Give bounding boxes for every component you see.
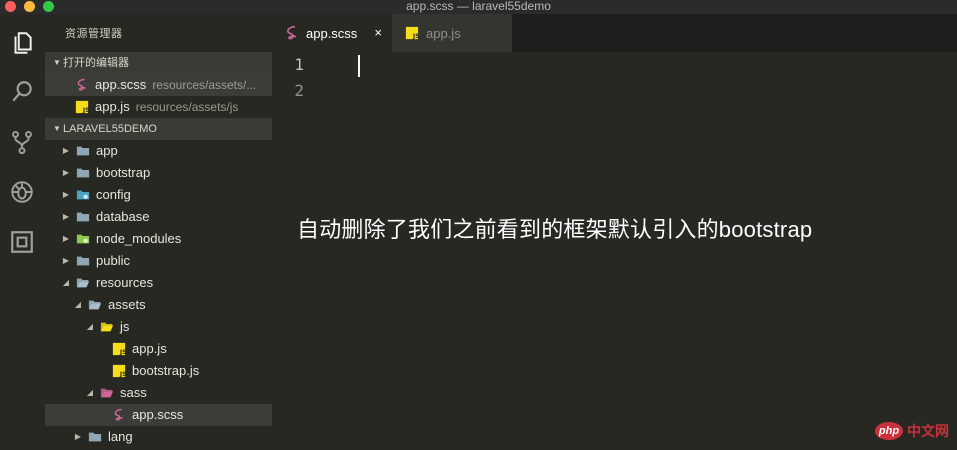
chevron-down-icon: ▼: [53, 124, 61, 133]
svg-text:JS: JS: [412, 33, 419, 40]
folder-icon: [88, 430, 102, 444]
svg-text:JS: JS: [119, 349, 126, 356]
tab-label: app.scss: [306, 25, 358, 41]
tree-item-label: config: [96, 187, 131, 202]
tree-item-bootstrap-js[interactable]: JS bootstrap.js: [45, 360, 272, 382]
tab-app-js[interactable]: JS app.js: [392, 14, 512, 52]
open-editor-name: app.scss: [95, 77, 147, 92]
title-bar: app.scss — laravel55demo: [0, 0, 957, 14]
tab-label: app.js: [426, 25, 461, 41]
folder-open-icon: [76, 276, 90, 290]
svg-text:JS: JS: [119, 371, 126, 378]
chevron-down-icon: ◢: [62, 278, 70, 287]
activity-bar: [0, 14, 45, 450]
code-editor[interactable]: 1 2: [272, 52, 957, 450]
tree-item-label: app.js: [132, 341, 167, 356]
tree-item-js[interactable]: ◢ js: [45, 316, 272, 338]
chevron-right-icon: ▶: [62, 234, 70, 243]
js-folder-open-icon: [100, 320, 114, 334]
sass-icon: [112, 408, 126, 422]
tree-item-assets[interactable]: ◢ assets: [45, 294, 272, 316]
explorer-sidebar: 资源管理器 ▼ 打开的编辑器 app.scss resources/assets…: [45, 14, 272, 450]
js-icon: JS: [112, 342, 126, 356]
watermark-logo: php 中文网: [875, 421, 949, 441]
open-editor-item-app-js[interactable]: JS app.js resources/assets/js: [45, 96, 272, 118]
folder-icon: [76, 254, 90, 268]
config-folder-icon: [76, 188, 90, 202]
chevron-right-icon: ▶: [74, 432, 82, 441]
project-header[interactable]: ▼ LARAVEL55DEMO: [45, 118, 272, 140]
tree-item-label: assets: [108, 297, 146, 312]
js-icon: JS: [112, 364, 126, 378]
tree-item-label: resources: [96, 275, 154, 290]
debug-icon[interactable]: [7, 177, 37, 207]
sass-icon: [284, 25, 300, 41]
tree-item-resources[interactable]: ◢ resources: [45, 272, 272, 294]
chevron-down-icon: ▼: [53, 58, 61, 67]
tree-item-label: database: [96, 209, 150, 224]
tree-item-label: sass: [120, 385, 147, 400]
tree-item-label: lang: [108, 429, 133, 444]
watermark-text: 中文网: [907, 423, 949, 439]
js-icon: JS: [75, 100, 89, 114]
tree-item-public[interactable]: ▶ public: [45, 250, 272, 272]
sidebar-title: 资源管理器: [65, 28, 123, 40]
line-number-gutter: 1 2: [272, 52, 334, 104]
open-editor-name: app.js: [95, 99, 130, 114]
watermark-badge: php: [875, 422, 903, 440]
editor-tabs: app.scss × JS app.js: [272, 14, 957, 52]
folder-icon: [76, 166, 90, 180]
tree-item-label: bootstrap: [96, 165, 151, 180]
tree-item-label: app: [96, 143, 118, 158]
tree-item-label: public: [96, 253, 130, 268]
tree-item-sass[interactable]: ◢ sass: [45, 382, 272, 404]
chevron-right-icon: ▶: [62, 190, 70, 199]
chevron-right-icon: ▶: [62, 212, 70, 221]
open-editor-path: resources/assets/js: [135, 100, 239, 114]
chevron-right-icon: ▶: [62, 168, 70, 177]
extensions-icon[interactable]: [7, 227, 37, 257]
open-editors-header[interactable]: ▼ 打开的编辑器: [45, 52, 272, 74]
annotation-text: 自动删除了我们之前看到的框架默认引入的bootstrap: [297, 217, 813, 242]
tree-item-database[interactable]: ▶ database: [45, 206, 272, 228]
sass-folder-open-icon: [100, 386, 114, 400]
node-folder-icon: [76, 232, 90, 246]
tree-item-app[interactable]: ▶ app: [45, 140, 272, 162]
tab-app-scss[interactable]: app.scss ×: [272, 14, 392, 52]
svg-text:JS: JS: [82, 107, 89, 114]
tree-item-lang[interactable]: ▶ lang: [45, 426, 272, 448]
tree-item-node-modules[interactable]: ▶ node_modules: [45, 228, 272, 250]
tree-item-label: app.scss: [132, 407, 184, 422]
close-icon[interactable]: ×: [374, 26, 382, 40]
tree-item-app-js[interactable]: JS app.js: [45, 338, 272, 360]
folder-icon: [76, 144, 90, 158]
open-editors-label: 打开的编辑器: [63, 57, 129, 69]
tree-item-label: node_modules: [96, 231, 182, 246]
tree-item-label: js: [120, 319, 130, 334]
project-label: LARAVEL55DEMO: [63, 123, 157, 135]
chevron-down-icon: ◢: [74, 300, 82, 309]
line-number: 2: [294, 81, 304, 100]
text-cursor: [358, 55, 360, 77]
line-number: 1: [294, 55, 304, 74]
chevron-right-icon: ▶: [62, 256, 70, 265]
chevron-right-icon: ▶: [62, 146, 70, 155]
folder-open-icon: [88, 298, 102, 312]
tree-item-bootstrap[interactable]: ▶ bootstrap: [45, 162, 272, 184]
tree-item-label: bootstrap.js: [132, 363, 200, 378]
source-control-icon[interactable]: [7, 127, 37, 157]
tree-item-app-scss[interactable]: app.scss: [45, 404, 272, 426]
window-title: app.scss — laravel55demo: [406, 0, 551, 13]
folder-icon: [76, 210, 90, 224]
explorer-icon[interactable]: [7, 28, 37, 58]
chevron-down-icon: ◢: [86, 388, 94, 397]
sass-icon: [75, 78, 89, 92]
open-editor-path: resources/assets/...: [152, 78, 257, 92]
search-icon[interactable]: [7, 77, 37, 107]
open-editor-item-app-scss[interactable]: app.scss resources/assets/...: [45, 74, 272, 96]
chevron-down-icon: ◢: [86, 322, 94, 331]
tree-item-config[interactable]: ▶ config: [45, 184, 272, 206]
js-icon: JS: [404, 25, 420, 41]
